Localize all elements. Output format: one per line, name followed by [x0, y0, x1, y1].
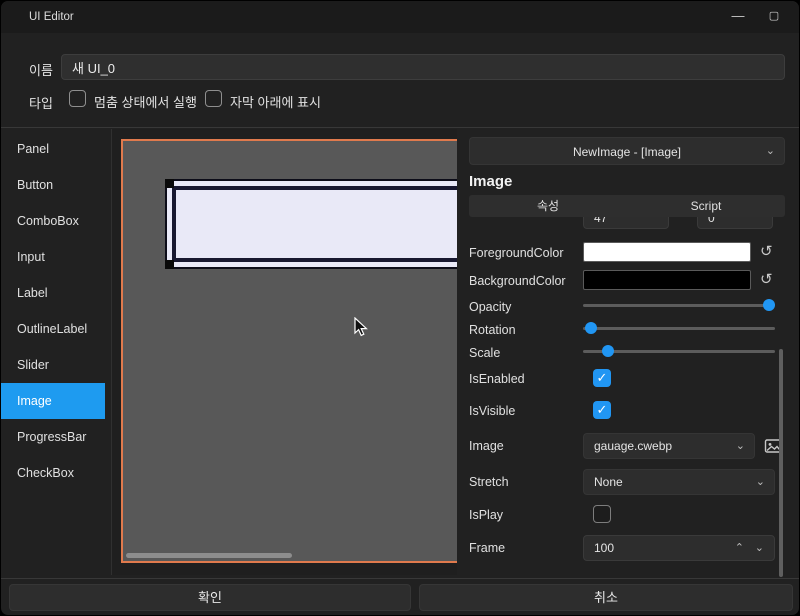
image-file-value: gauage.cwebp: [594, 439, 672, 453]
form-divider: [1, 127, 799, 128]
component-sidebar: Panel Button ComboBox Input Label Outlin…: [1, 129, 111, 577]
frame-label: Frame: [469, 541, 505, 555]
stretch-value: None: [594, 475, 623, 489]
foreground-reset-icon[interactable]: [760, 242, 773, 262]
rotation-slider-thumb[interactable]: [585, 322, 597, 334]
show-below-subtitle-checkbox[interactable]: [205, 90, 222, 107]
isenabled-checkbox[interactable]: [593, 369, 611, 387]
canvas-viewport[interactable]: [111, 129, 457, 575]
gauge-image-inner-frame: [172, 186, 457, 262]
cancel-button[interactable]: 취소: [419, 584, 793, 611]
sidebar-item-outlinelabel[interactable]: OutlineLabel: [1, 311, 105, 347]
footer-divider: [1, 578, 799, 579]
image-file-dropdown[interactable]: gauage.cwebp: [583, 433, 755, 459]
scale-label: Scale: [469, 346, 500, 360]
clipped-position-row: 47 0: [457, 217, 800, 231]
opacity-slider-track: [583, 304, 775, 307]
isvisible-label: IsVisible: [469, 404, 515, 418]
sidebar-item-checkbox[interactable]: CheckBox: [1, 455, 105, 491]
inspector-vertical-scrollbar[interactable]: [779, 349, 783, 577]
show-below-subtitle-label: 자막 아래에 표시: [230, 92, 321, 111]
tab-script[interactable]: Script: [627, 195, 785, 217]
frame-value: 100: [594, 541, 614, 555]
resize-handle-bottom-left[interactable]: [165, 260, 174, 269]
run-when-paused-label: 멈춤 상태에서 실행: [94, 92, 197, 111]
sidebar-item-panel[interactable]: Panel: [1, 131, 105, 167]
stretch-dropdown[interactable]: None: [583, 469, 775, 495]
frame-decrement-icon[interactable]: [755, 536, 764, 560]
chevron-down-icon: [756, 470, 765, 494]
sidebar-item-combobox[interactable]: ComboBox: [1, 203, 105, 239]
isplay-checkbox[interactable]: [593, 505, 611, 523]
sidebar-item-label[interactable]: Label: [1, 275, 105, 311]
chevron-down-icon: [736, 434, 745, 458]
opacity-label: Opacity: [469, 300, 511, 314]
isenabled-label: IsEnabled: [469, 372, 525, 386]
sidebar-item-progressbar[interactable]: ProgressBar: [1, 419, 105, 455]
ui-stage[interactable]: [121, 139, 457, 563]
tab-properties[interactable]: 속성: [469, 195, 627, 217]
rotation-slider[interactable]: [583, 321, 775, 335]
title-bar: UI Editor — ▢: [1, 1, 799, 33]
stretch-label: Stretch: [469, 475, 509, 489]
minimize-button[interactable]: —: [721, 1, 755, 33]
opacity-slider[interactable]: [583, 298, 775, 312]
foreground-color-swatch[interactable]: [583, 242, 751, 262]
position-x-input[interactable]: 47: [583, 217, 669, 229]
background-color-swatch[interactable]: [583, 270, 751, 290]
scale-slider[interactable]: [583, 344, 775, 358]
ui-editor-window: UI Editor — ▢ 이름 타입 멈춤 상태에서 실행 자막 아래에 표시…: [0, 0, 800, 616]
gauge-image-element[interactable]: [165, 179, 457, 269]
image-file-label: Image: [469, 439, 504, 453]
inspector-section-title: Image: [469, 173, 512, 190]
resize-handle-top-left[interactable]: [165, 179, 174, 188]
sidebar-item-slider[interactable]: Slider: [1, 347, 105, 383]
maximize-button[interactable]: ▢: [757, 1, 791, 33]
chevron-down-icon: [766, 138, 775, 164]
type-label: 타입: [29, 93, 53, 112]
frame-input[interactable]: 100: [583, 535, 775, 561]
chevron-up-icon: [652, 217, 660, 228]
isplay-label: IsPlay: [469, 508, 503, 522]
name-input[interactable]: [61, 54, 785, 80]
run-when-paused-checkbox[interactable]: [69, 90, 86, 107]
name-label: 이름: [29, 60, 53, 79]
opacity-slider-thumb[interactable]: [763, 299, 775, 311]
rotation-slider-track: [583, 327, 775, 330]
inspector-tabstrip: 속성 Script: [469, 195, 785, 217]
foreground-color-label: ForegroundColor: [469, 246, 564, 260]
inspector-panel: NewImage - [Image] Image 속성 Script 47 0 …: [457, 129, 800, 577]
frame-increment-icon[interactable]: [735, 536, 744, 560]
target-element-dropdown[interactable]: NewImage - [Image]: [469, 137, 785, 165]
background-color-label: BackgroundColor: [469, 274, 566, 288]
sidebar-item-image[interactable]: Image: [1, 383, 105, 419]
scale-slider-thumb[interactable]: [602, 345, 614, 357]
position-x-value: 47: [594, 217, 607, 225]
sidebar-item-button[interactable]: Button: [1, 167, 105, 203]
background-reset-icon[interactable]: [760, 270, 773, 290]
sidebar-item-input[interactable]: Input: [1, 239, 105, 275]
position-y-value: 0: [708, 217, 715, 225]
isvisible-checkbox[interactable]: [593, 401, 611, 419]
ok-button[interactable]: 확인: [9, 584, 411, 611]
target-element-value: NewImage - [Image]: [573, 145, 681, 159]
window-title: UI Editor: [29, 1, 74, 33]
rotation-label: Rotation: [469, 323, 516, 337]
position-y-input[interactable]: 0: [697, 217, 773, 229]
canvas-horizontal-scrollbar[interactable]: [126, 553, 292, 558]
